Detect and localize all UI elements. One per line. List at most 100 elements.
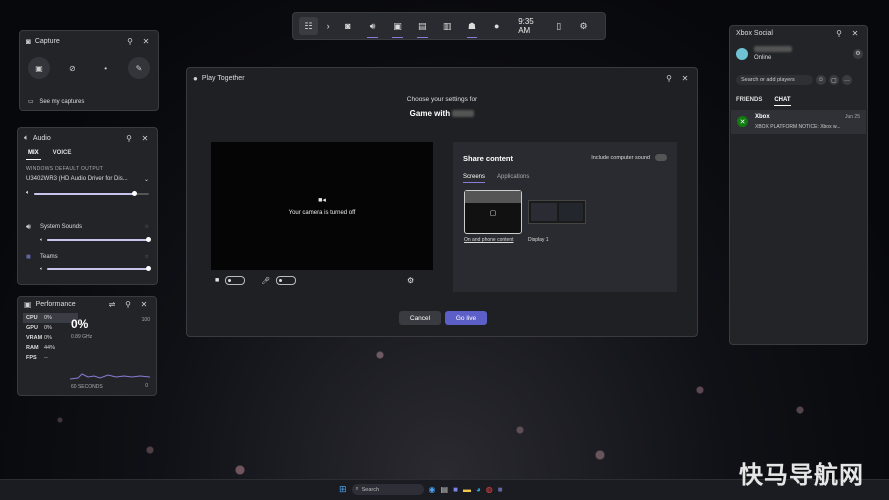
pin-icon[interactable]: ⚲ bbox=[122, 298, 134, 310]
close-icon[interactable]: ✕ bbox=[139, 132, 151, 144]
audio-widget-icon[interactable]: 🔊︎ bbox=[363, 17, 382, 38]
pin-icon[interactable]: ⚲ bbox=[833, 27, 845, 39]
tab-voice[interactable]: VOICE bbox=[51, 148, 74, 160]
file-explorer-icon[interactable]: ▬ bbox=[463, 485, 471, 494]
screenshot-button[interactable]: ▣ bbox=[28, 57, 50, 79]
share-tabs: Screens Applications bbox=[463, 174, 529, 183]
teams-taskbar-icon[interactable]: ■ bbox=[498, 485, 503, 494]
chat-date: Jun 25 bbox=[844, 114, 860, 120]
tab-chat[interactable]: CHAT bbox=[774, 97, 791, 106]
chevron-down-icon[interactable]: ⌄ bbox=[144, 176, 149, 183]
close-icon[interactable]: ✕ bbox=[679, 72, 691, 84]
blurred-gamertag bbox=[754, 46, 792, 52]
chat-list-item[interactable]: ✕ Xbox Jun 25 XBOX PLATFORM NOTICE: Xbox… bbox=[731, 110, 866, 134]
chat-app-icon[interactable]: ■ bbox=[453, 485, 458, 494]
see-captures-link[interactable]: See my captures bbox=[39, 99, 84, 105]
close-icon[interactable]: ✕ bbox=[849, 27, 861, 39]
include-sound-label: Include computer sound bbox=[591, 154, 650, 161]
search-input[interactable]: Search or add players bbox=[736, 75, 813, 85]
taskbar-search[interactable]: ⌕ Search bbox=[351, 484, 424, 495]
tab-friends[interactable]: FRIENDS bbox=[736, 97, 762, 106]
graph-max-label: 100 bbox=[141, 317, 150, 323]
mic-toggle[interactable] bbox=[276, 276, 297, 285]
screen-thumb-2-label: Display 1 bbox=[528, 237, 549, 243]
widget-menu-icon[interactable]: ☷ bbox=[299, 17, 318, 35]
performance-widget-icon[interactable]: ▣ bbox=[388, 17, 407, 38]
chevron-right-icon[interactable]: › bbox=[324, 17, 333, 35]
tab-applications[interactable]: Applications bbox=[497, 174, 529, 183]
system-sounds-slider[interactable] bbox=[47, 237, 151, 242]
graph-min-label: 0 bbox=[145, 383, 148, 389]
screen-thumb-2[interactable] bbox=[528, 200, 586, 224]
add-friend-icon[interactable]: ☺ bbox=[816, 75, 826, 85]
pin-icon[interactable]: ⚲ bbox=[124, 35, 136, 47]
metric-gpu[interactable]: GPU 0% bbox=[23, 323, 78, 333]
search-icon: ⌕ bbox=[355, 486, 359, 492]
options-icon[interactable]: ⇌ bbox=[106, 298, 118, 310]
play-together-widget-icon[interactable]: ● bbox=[487, 17, 506, 35]
cancel-button[interactable]: Cancel bbox=[399, 311, 441, 325]
xbox-logo-icon: ✕ bbox=[737, 116, 748, 127]
mic-button[interactable]: ✎ bbox=[127, 57, 150, 79]
xbox-social-panel: Xbox Social ⚲ ✕ Online ⚙ Search or add p… bbox=[729, 25, 868, 345]
pin-icon[interactable]: ⚲ bbox=[663, 72, 675, 84]
party-icon[interactable]: ▢ bbox=[829, 75, 839, 85]
play-together-window: ● Play Together ⚲ ✕ Choose your settings… bbox=[186, 67, 698, 337]
close-icon[interactable]: ✕ bbox=[140, 35, 152, 47]
task-view-icon[interactable]: ▤ bbox=[441, 485, 449, 494]
chrome-icon[interactable]: ◍ bbox=[486, 485, 493, 494]
game-heading: Game with bbox=[187, 109, 697, 118]
edge-icon[interactable]: ◕ bbox=[476, 485, 481, 494]
more-icon[interactable]: … bbox=[842, 75, 852, 85]
metric-vram[interactable]: VRAM 0% bbox=[23, 333, 78, 343]
taskbar-icons: ⊞ ⌕ Search ◉ ▤ ■ ▬ ◕ ◍ ■ bbox=[339, 484, 503, 495]
tab-mix[interactable]: MIX bbox=[26, 148, 41, 160]
close-icon[interactable]: ✕ bbox=[138, 298, 150, 310]
output-device-select[interactable]: U3402WR3 (HD Audio Driver for Dis... bbox=[26, 176, 128, 183]
mouse-icon[interactable]: ▯ bbox=[549, 17, 568, 35]
record-last-button[interactable]: ⊘ bbox=[61, 57, 83, 79]
play-together-title: Play Together bbox=[201, 74, 245, 82]
chat-name: Xbox bbox=[755, 114, 770, 120]
game-bar: ☷ › ◙ 🔊︎ ▣ ▤ ▥ ☗ ● 9:35 AM ▯ ⚙ bbox=[292, 12, 606, 40]
master-volume-slider[interactable] bbox=[33, 190, 149, 196]
camera-toggle[interactable] bbox=[225, 276, 246, 285]
share-title: Share content bbox=[463, 154, 514, 163]
default-output-label: WINDOWS DEFAULT OUTPUT bbox=[26, 166, 104, 172]
metric-fps[interactable]: FPS -- bbox=[23, 353, 78, 363]
star-icon[interactable]: ☆ bbox=[145, 224, 149, 230]
camera-controls: ■ 🎤︎ bbox=[215, 276, 297, 285]
teams-slider[interactable] bbox=[47, 266, 151, 271]
start-icon[interactable]: ⊞ bbox=[339, 484, 347, 495]
performance-icon: ▣ bbox=[24, 299, 32, 309]
xbox-social-widget-icon[interactable]: ☗ bbox=[463, 17, 482, 38]
capture-widget-icon[interactable]: ◙ bbox=[338, 17, 357, 35]
clock-text: 9:35 AM bbox=[518, 17, 534, 35]
taskbar-search-text: Search bbox=[361, 486, 380, 493]
pin-icon[interactable]: ⚲ bbox=[123, 132, 135, 144]
system-sounds-icon: 🔊︎ bbox=[26, 222, 32, 231]
include-sound-toggle[interactable] bbox=[655, 154, 667, 161]
metric-ram[interactable]: RAM 44% bbox=[23, 343, 78, 353]
cpu-frequency: 0.89 GHz bbox=[71, 334, 93, 340]
screen-thumb-1[interactable]: ▢ bbox=[464, 190, 522, 234]
teams-icon: ■ bbox=[26, 252, 31, 261]
settings-icon[interactable]: ⚙ bbox=[574, 17, 593, 35]
volume-icon: 🔈︎ bbox=[26, 190, 30, 196]
camera-off-text: Your camera is turned off bbox=[288, 210, 356, 216]
record-button[interactable]: • bbox=[95, 57, 117, 79]
audio-title: Audio bbox=[32, 134, 51, 142]
stats-widget-icon[interactable]: ▥ bbox=[438, 17, 457, 35]
avatar[interactable] bbox=[736, 47, 748, 60]
resources-widget-icon[interactable]: ▤ bbox=[413, 17, 432, 38]
search-row: Search or add players ☺ ▢ … bbox=[736, 75, 852, 85]
widgets-icon[interactable]: ◉ bbox=[429, 485, 436, 494]
star-icon[interactable]: ☆ bbox=[145, 254, 149, 260]
watermark-text: 快马导航网 bbox=[739, 462, 864, 489]
go-live-button[interactable]: Go live bbox=[445, 311, 487, 325]
chat-message: XBOX PLATFORM NOTICE: Xbox w... bbox=[755, 124, 841, 130]
settings-icon[interactable]: ⚙ bbox=[853, 48, 863, 59]
tab-screens[interactable]: Screens bbox=[463, 174, 486, 183]
settings-gear-icon[interactable]: ⚙ bbox=[407, 276, 414, 285]
metric-cpu[interactable]: CPU 0% bbox=[23, 313, 78, 323]
